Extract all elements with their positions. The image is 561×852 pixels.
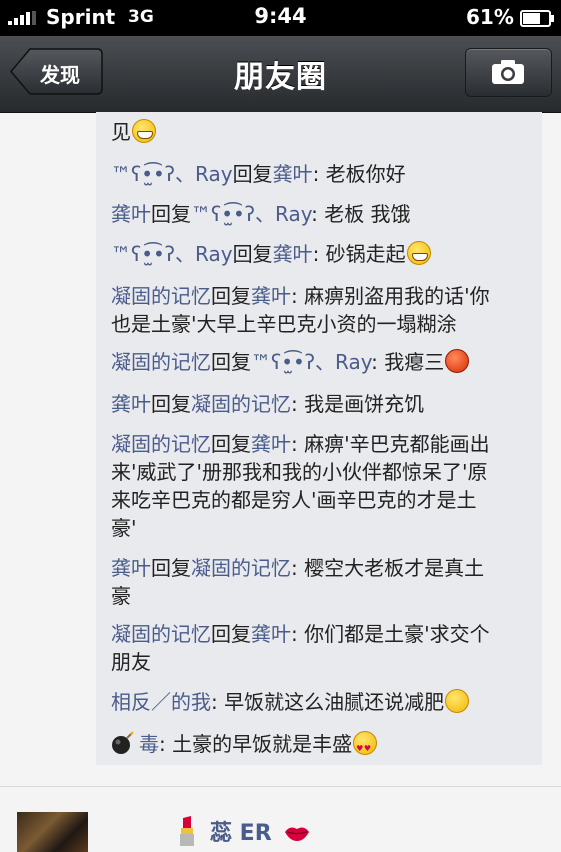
commenter-name-link[interactable]: ™ʕ•̫͡•ʔ、Ray: [111, 162, 233, 186]
comment-text: : 麻痹别盗用我的话'你: [291, 284, 490, 308]
battery-percent: 61%: [466, 5, 514, 29]
comment-text: 见: [111, 120, 131, 144]
comment-text: 来吃辛巴克的都是穷人'画辛巴克的才是土: [111, 488, 477, 512]
comment-text: 也是土豪'大早上辛巴克小资的一塌糊涂: [111, 312, 457, 336]
comment-line: 来吃辛巴克的都是穷人'画辛巴克的才是土: [111, 486, 539, 514]
comment-item[interactable]: 龚叶回复™ʕ•̫͡•ʔ、Ray: 老板 我饿: [111, 200, 539, 228]
commenter-name-link[interactable]: 龚叶: [273, 162, 313, 186]
battery-icon: [520, 10, 554, 27]
love-emoji-icon: [353, 731, 378, 763]
comment-item[interactable]: 龚叶回复凝固的记忆: 我是画饼充饥: [111, 390, 539, 418]
grin-emoji-icon: [406, 241, 431, 265]
commenter-name-link[interactable]: 龚叶: [111, 202, 151, 226]
commenter-name-link[interactable]: 凝固的记忆: [111, 432, 211, 456]
comment-line: 豪': [111, 514, 539, 542]
commenter-name-link[interactable]: 相反／的我: [111, 690, 211, 714]
comment-text: : 早饭就这么油腻还说减肥: [211, 690, 445, 714]
relieved-emoji-icon: [445, 689, 470, 713]
comment-text: : 麻痹'辛巴克都能画出: [291, 432, 490, 456]
comments-panel: 见 ™ʕ•̫͡•ʔ、Ray回复龚叶: 老板你好 龚叶回复™ʕ•̫͡•ʔ、Ray: 老…: [96, 112, 542, 765]
comment-item[interactable]: ™ʕ•̫͡•ʔ、Ray回复龚叶: 砂锅走起: [111, 240, 539, 268]
comment-text: 回复: [211, 350, 251, 374]
comment-text: 豪: [111, 584, 131, 608]
comment-line: 来'威武了'册那我和我的小伙伴都惊呆了'原: [111, 458, 539, 486]
status-bar: Sprint 3G 9:44 61%: [0, 0, 561, 36]
comment-text: : 老板你好: [312, 162, 406, 186]
commenter-name-link[interactable]: ™ʕ•̫͡•ʔ、Ray: [111, 242, 233, 266]
commenter-name-link[interactable]: ™ʕ•̫͡•ʔ、Ray: [191, 202, 311, 226]
bomb-icon: [112, 731, 134, 754]
comment-item[interactable]: 龚叶回复凝固的记忆: 樱空大老板才是真土豪: [111, 554, 539, 610]
commenter-name-link[interactable]: 龚叶: [251, 284, 291, 308]
commenter-name-link[interactable]: 凝固的记忆: [191, 392, 291, 416]
next-post-author[interactable]: 蕊 ER: [178, 815, 310, 847]
commenter-name-link[interactable]: 龚叶: [251, 432, 291, 456]
comment-item[interactable]: 毒: 土豪的早饭就是丰盛: [111, 730, 539, 763]
comment-text: 回复: [211, 622, 251, 646]
navigation-bar: 发现 朋友圈: [0, 36, 561, 113]
post-divider: [0, 786, 561, 787]
comment-text: : 我瘪三: [371, 350, 445, 374]
angry-emoji-icon: [445, 349, 470, 373]
comment-line: 朋友: [111, 648, 539, 676]
comment-text: 回复: [232, 242, 273, 266]
comment-text: : 土豪的早饭就是丰盛: [159, 732, 353, 756]
comment-line: 也是土豪'大早上辛巴克小资的一塌糊涂: [111, 310, 539, 338]
commenter-name-link[interactable]: 龚叶: [251, 622, 291, 646]
lips-icon: [284, 827, 309, 841]
comment-item[interactable]: 见: [111, 118, 539, 146]
comment-line: 豪: [111, 582, 539, 610]
comment-line: 龚叶回复凝固的记忆: 樱空大老板才是真土: [111, 554, 539, 582]
commenter-name-link[interactable]: 凝固的记忆: [191, 556, 291, 580]
comment-text: 回复: [151, 556, 191, 580]
comment-text: : 砂锅走起: [312, 242, 406, 266]
commenter-name-link[interactable]: 凝固的记忆: [111, 350, 211, 374]
grin-emoji-icon: [132, 119, 156, 143]
commenter-name-link[interactable]: 凝固的记忆: [111, 622, 211, 646]
comment-item[interactable]: 凝固的记忆回复龚叶: 麻痹别盗用我的话'你 也是土豪'大早上辛巴克小资的一塌糊涂: [111, 282, 539, 338]
comment-text: 朋友: [111, 650, 151, 674]
commenter-name-link[interactable]: 毒: [139, 732, 159, 756]
comment-text: : 我是画饼充饥: [291, 392, 425, 416]
comment-line: 凝固的记忆回复龚叶: 麻痹别盗用我的话'你: [111, 282, 539, 310]
comment-item[interactable]: 凝固的记忆回复龚叶: 你们都是土豪'求交个 朋友: [111, 620, 539, 676]
comment-text: 豪': [111, 516, 137, 540]
comment-text: : 老板 我饿: [311, 202, 411, 226]
commenter-name-link[interactable]: 龚叶: [111, 392, 151, 416]
comment-text: 回复: [151, 202, 191, 226]
comment-text: 回复: [232, 162, 273, 186]
commenter-name-link[interactable]: 龚叶: [273, 242, 313, 266]
comment-text: 回复: [211, 284, 251, 308]
commenter-name-link[interactable]: ™ʕ•̫͡•ʔ、Ray: [251, 350, 371, 374]
comment-line: 凝固的记忆回复龚叶: 麻痹'辛巴克都能画出: [111, 430, 539, 458]
comment-item[interactable]: 相反／的我: 早饭就这么油腻还说减肥: [111, 688, 539, 716]
camera-button[interactable]: [465, 48, 552, 97]
next-post-avatar[interactable]: [17, 812, 88, 852]
comment-line: 凝固的记忆回复龚叶: 你们都是土豪'求交个: [111, 620, 539, 648]
comment-item[interactable]: ™ʕ•̫͡•ʔ、Ray回复龚叶: 老板你好: [111, 160, 539, 188]
commenter-name-link[interactable]: 凝固的记忆: [111, 284, 211, 308]
next-post-author-name: 蕊 ER: [210, 821, 272, 846]
comment-text: 回复: [151, 392, 191, 416]
camera-icon: [492, 60, 524, 84]
comment-item[interactable]: 凝固的记忆回复龚叶: 麻痹'辛巴克都能画出 来'威武了'册那我和我的小伙伴都惊呆了…: [111, 430, 539, 542]
comment-text: : 樱空大老板才是真土: [291, 556, 485, 580]
comment-text: : 你们都是土豪'求交个: [291, 622, 490, 646]
commenter-name-link[interactable]: 龚叶: [111, 556, 151, 580]
comment-text: 来'威武了'册那我和我的小伙伴都惊呆了'原: [111, 460, 488, 484]
comment-item[interactable]: 凝固的记忆回复™ʕ•̫͡•ʔ、Ray: 我瘪三: [111, 348, 539, 376]
comment-text: 回复: [211, 432, 251, 456]
